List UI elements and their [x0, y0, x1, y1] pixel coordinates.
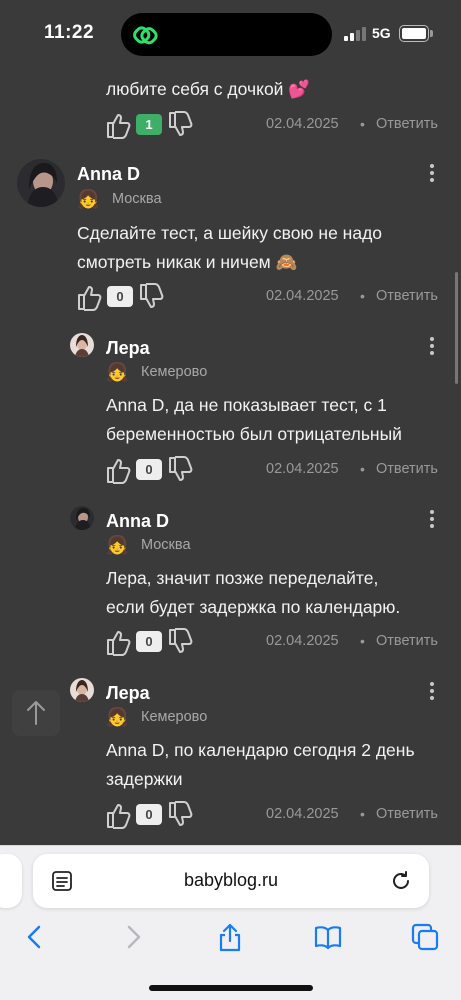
separator-dot: •	[360, 116, 365, 132]
comment-text-line: Anna D, да не показывает тест, с 1	[106, 395, 387, 415]
comment-text-line: Лера, значит позже переделайте,	[106, 568, 379, 588]
thumbs-down-icon[interactable]	[168, 628, 194, 656]
vote-count: 0	[136, 631, 162, 652]
author-city: Москва	[141, 537, 191, 553]
comment-text-line: беременностью был отрицательный	[106, 424, 402, 444]
separator-dot: •	[360, 461, 365, 477]
kebab-menu-icon[interactable]	[422, 508, 442, 530]
comment-date: 02.04.2025	[266, 806, 339, 822]
comment-text-line: Сделайте тест, а шейку свою не надо	[77, 223, 383, 243]
comment-author[interactable]: Anna D	[77, 164, 140, 185]
bookmarks-icon[interactable]	[313, 922, 343, 952]
separator-dot: •	[360, 806, 365, 822]
comments-feed[interactable]: любите себя с дочкой 💕 1 02.04.2025 • От…	[0, 0, 461, 845]
comment-text-line: Anna D, по календарю сегодня 2 день	[106, 740, 415, 760]
thumbs-up-icon[interactable]	[106, 111, 132, 139]
kebab-menu-icon[interactable]	[422, 680, 442, 702]
comment-actions: 1 02.04.2025 • Ответить	[106, 111, 446, 139]
comment-author[interactable]: Лера	[106, 683, 150, 704]
tabs-icon[interactable]	[410, 922, 440, 952]
vote-count: 1	[136, 114, 162, 135]
scrollbar[interactable]	[455, 272, 458, 384]
user-badge-emoji: 👧	[106, 707, 129, 727]
thumbs-up-icon[interactable]	[106, 628, 132, 656]
thumbs-down-icon[interactable]	[168, 456, 194, 484]
comment-actions: 0 02.04.2025 • Ответить	[106, 456, 446, 484]
author-city: Москва	[112, 191, 162, 207]
reply-link[interactable]: Ответить	[376, 806, 438, 822]
address-bar[interactable]: babyblog.ru	[33, 854, 429, 908]
home-indicator[interactable]	[149, 985, 313, 991]
kebab-menu-icon[interactable]	[422, 335, 442, 357]
comment-date: 02.04.2025	[266, 461, 339, 477]
vote-count: 0	[136, 459, 162, 480]
comment-author[interactable]: Лера	[106, 338, 150, 359]
vote-count: 0	[136, 804, 162, 825]
avatar[interactable]	[70, 506, 94, 530]
thumbs-down-icon[interactable]	[139, 283, 165, 311]
vote-count: 0	[107, 286, 133, 307]
reply-link[interactable]: Ответить	[376, 288, 438, 304]
comment-date: 02.04.2025	[266, 633, 339, 649]
separator-dot: •	[360, 288, 365, 304]
thumbs-up-icon[interactable]	[106, 456, 132, 484]
browser-toolbar: babyblog.ru	[0, 845, 461, 1000]
thumbs-up-icon[interactable]	[106, 801, 132, 829]
comment-actions: 0 02.04.2025 • Ответить	[106, 801, 446, 829]
thumbs-down-icon[interactable]	[168, 801, 194, 829]
avatar[interactable]	[17, 159, 65, 207]
avatar[interactable]	[70, 333, 94, 357]
thumbs-down-icon[interactable]	[168, 111, 194, 139]
thumbs-up-icon[interactable]	[77, 283, 103, 311]
comment-author[interactable]: Anna D	[106, 511, 169, 532]
reload-icon[interactable]	[389, 869, 413, 893]
comment-date: 02.04.2025	[266, 288, 339, 304]
scroll-to-top-button[interactable]	[12, 690, 60, 736]
forward-chevron-icon[interactable]	[118, 922, 148, 952]
comment-text-line: задержки	[106, 769, 183, 789]
comment-text-line: если будет задержка по календарю.	[106, 597, 401, 617]
reply-link[interactable]: Ответить	[376, 633, 438, 649]
separator-dot: •	[360, 633, 365, 649]
reply-link[interactable]: Ответить	[376, 461, 438, 477]
comment-actions: 0 02.04.2025 • Ответить	[77, 283, 447, 311]
author-city: Кемерово	[141, 709, 208, 725]
previous-tab-peek[interactable]	[0, 854, 22, 908]
user-badge-emoji: 👧	[106, 362, 129, 382]
share-icon[interactable]	[215, 922, 245, 952]
comment-text-line: смотреть никак и ничем 🙈	[77, 252, 298, 272]
url-text[interactable]: babyblog.ru	[33, 870, 429, 891]
reply-link[interactable]: Ответить	[376, 116, 438, 132]
avatar[interactable]	[70, 678, 94, 702]
author-city: Кемерово	[141, 364, 208, 380]
arrow-up-icon	[27, 701, 45, 725]
user-badge-emoji: 👧	[106, 535, 129, 555]
user-badge-emoji: 👧	[77, 189, 100, 209]
back-chevron-icon[interactable]	[20, 922, 50, 952]
kebab-menu-icon[interactable]	[422, 162, 442, 184]
comment-date: 02.04.2025	[266, 116, 339, 132]
comment-text-line: любите себя с дочкой 💕	[106, 79, 311, 99]
comment-actions: 0 02.04.2025 • Ответить	[106, 628, 446, 656]
